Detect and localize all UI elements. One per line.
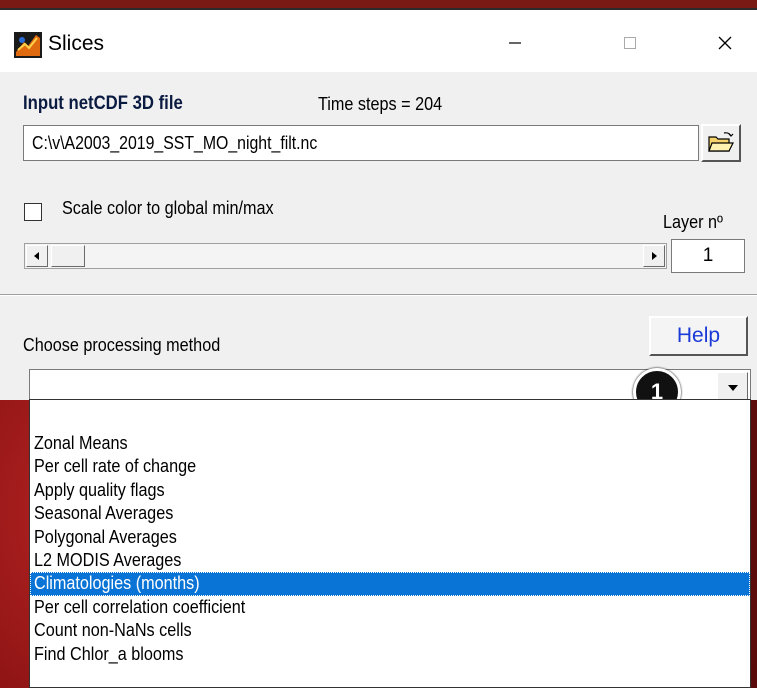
file-path-text: C:\v\A2003_2019_SST_MO_night_filt.nc [32,133,318,153]
dropdown-item[interactable]: Find Chlor_a blooms [30,643,750,666]
dropdown-item[interactable]: Polygonal Averages [30,526,750,549]
minimize-icon [509,42,521,44]
input-file-label: Input netCDF 3D file [23,93,183,114]
section-divider [0,294,757,296]
scroll-right-button[interactable] [643,245,665,267]
background-app-edge [0,0,757,8]
method-dropdown-list[interactable]: Zonal Means Per cell rate of change Appl… [29,399,751,688]
scale-color-label: Scale color to global min/max [62,198,274,218]
file-path-field[interactable]: C:\v\A2003_2019_SST_MO_night_filt.nc [23,125,699,161]
layer-number-field[interactable]: 1 [671,239,745,273]
scroll-thumb[interactable] [51,245,85,267]
dropdown-item[interactable]: L2 MODIS Averages [30,549,750,572]
maximize-icon [624,37,636,49]
close-icon [718,36,732,50]
time-steps-label: Time steps = 204 [318,94,443,114]
dropdown-item-selected[interactable]: Climatologies (months) [30,572,750,596]
scale-color-checkbox[interactable] [24,203,42,221]
dropdown-item[interactable]: Per cell rate of change [30,455,750,478]
maximize-button[interactable] [610,26,650,60]
open-file-button[interactable] [701,124,741,162]
app-logo-icon [14,32,42,58]
chevron-down-icon [727,384,738,391]
dropdown-item[interactable]: Apply quality flags [30,479,750,502]
close-button[interactable] [705,26,745,60]
slices-window: Slices Input netCDF 3D file Time steps =… [0,8,757,688]
dropdown-item[interactable]: Seasonal Averages [30,502,750,525]
window-title: Slices [48,32,105,55]
processing-method-label: Choose processing method [23,335,221,355]
arrow-right-icon [652,252,657,260]
dropdown-blank-item[interactable] [30,400,750,432]
layer-label: Layer nº [663,212,723,232]
layer-scrollbar[interactable] [24,243,667,269]
scroll-left-button[interactable] [26,245,48,267]
title-bar[interactable]: Slices [0,10,757,72]
minimize-button[interactable] [495,26,535,60]
help-button[interactable]: Help [649,316,748,356]
arrow-left-icon [34,252,39,260]
dropdown-item[interactable]: Count non-NaNs cells [30,619,750,642]
dropdown-item[interactable]: Per cell correlation coefficient [30,596,750,619]
open-folder-icon [708,132,734,152]
dropdown-item[interactable]: Zonal Means [30,432,750,455]
